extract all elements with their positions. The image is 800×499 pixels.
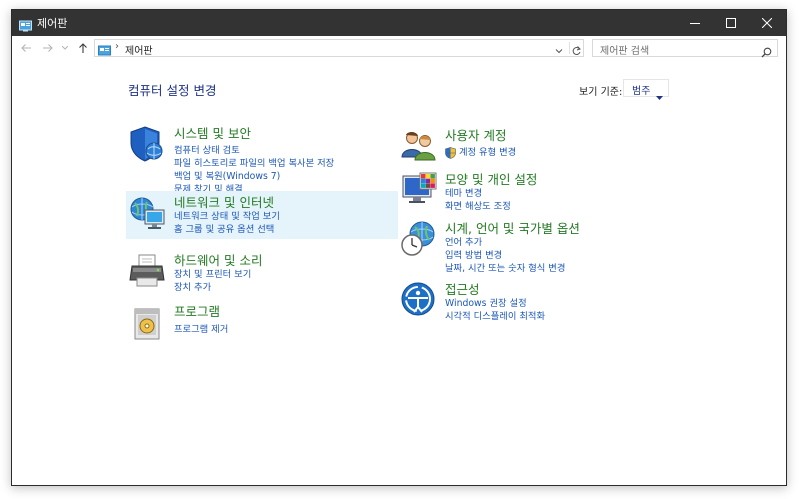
- arrow-up-icon: [79, 43, 87, 53]
- control-panel-app-icon: [19, 17, 32, 32]
- category-user-accounts: 사용자 계정 계정 유형 변경: [397, 124, 669, 164]
- link-add-device[interactable]: 장치 추가: [174, 279, 211, 293]
- network-globe-icon: [129, 194, 167, 232]
- title-bar[interactable]: 제어판: [12, 10, 786, 36]
- navigation-bar: › 제어판 제어판 검색: [12, 36, 786, 60]
- category-programs: 프로그램 프로그램 제거: [126, 300, 398, 344]
- content-area: 컴퓨터 설정 변경 보기 기준: 범주 시스템 및 보안 컴퓨터 상태 검토 파…: [12, 60, 786, 485]
- search-placeholder: 제어판 검색: [600, 46, 650, 57]
- search-icon[interactable]: [761, 43, 772, 58]
- up-button[interactable]: [74, 40, 92, 56]
- chevron-down-icon: [62, 46, 68, 50]
- view-by-label: 보기 기준:: [579, 87, 623, 98]
- link-uninstall-program[interactable]: 프로그램 제거: [174, 321, 228, 335]
- close-button[interactable]: [749, 10, 785, 36]
- link-change-input-method[interactable]: 입력 방법 변경: [445, 247, 502, 261]
- category-network-internet: 네트워크 및 인터넷 네트워크 상태 및 작업 보기 홈 그룹 및 공유 옵션 …: [126, 191, 398, 239]
- link-network-status[interactable]: 네트워크 상태 및 작업 보기: [174, 208, 280, 222]
- printer-icon: [129, 252, 167, 290]
- breadcrumb-control-panel[interactable]: 제어판: [125, 42, 153, 57]
- back-button[interactable]: [17, 40, 35, 56]
- dropdown-arrow-icon: [656, 86, 663, 100]
- category-title-system-security[interactable]: 시스템 및 보안: [174, 123, 251, 142]
- control-panel-icon: [98, 42, 111, 56]
- refresh-icon: [572, 46, 581, 56]
- category-ease-of-access: 접근성 Windows 권장 설정 시각적 디스플레이 최적화: [397, 278, 669, 322]
- window-title: 제어판: [37, 17, 68, 30]
- link-adjust-resolution[interactable]: 화면 해상도 조정: [445, 198, 511, 212]
- arrow-right-icon: [43, 44, 53, 52]
- page-title: 컴퓨터 설정 변경: [128, 83, 217, 98]
- link-backup-restore[interactable]: 백업 및 복원(Windows 7): [174, 168, 280, 182]
- link-review-computer-status[interactable]: 컴퓨터 상태 검토: [174, 142, 240, 156]
- uac-shield-icon: [445, 144, 456, 159]
- category-clock-language-region: 시계, 언어 및 국가별 옵션 언어 추가 입력 방법 변경 날짜, 시간 또는…: [397, 217, 669, 274]
- chevron-down-icon: [555, 49, 563, 54]
- link-add-language[interactable]: 언어 추가: [445, 234, 482, 248]
- category-system-security: 시스템 및 보안 컴퓨터 상태 검토 파일 히스토리로 파일의 백업 복사본 저…: [126, 122, 398, 195]
- maximize-icon: [726, 18, 736, 28]
- link-change-date-time-format[interactable]: 날짜, 시간 또는 숫자 형식 변경: [445, 260, 565, 274]
- breadcrumb-separator[interactable]: ›: [115, 41, 119, 52]
- category-title-programs[interactable]: 프로그램: [174, 301, 220, 320]
- link-devices-printers[interactable]: 장치 및 프린터 보기: [174, 266, 251, 280]
- close-icon: [762, 18, 772, 28]
- refresh-button[interactable]: [569, 42, 581, 56]
- link-homegroup-sharing[interactable]: 홈 그룹 및 공유 옵션 선택: [174, 221, 274, 235]
- minimize-icon: [690, 23, 700, 24]
- link-file-history-backup[interactable]: 파일 히스토리로 파일의 백업 복사본 저장: [174, 155, 334, 169]
- link-change-theme[interactable]: 테마 변경: [445, 185, 482, 199]
- ease-of-access-icon: [400, 281, 438, 319]
- arrow-left-icon: [21, 44, 31, 52]
- recent-locations-button[interactable]: [60, 40, 70, 56]
- monitor-palette-icon: [400, 171, 438, 209]
- forward-button[interactable]: [39, 40, 57, 56]
- category-appearance-personalization: 모양 및 개인 설정 테마 변경 화면 해상도 조정: [397, 168, 669, 212]
- view-by-dropdown[interactable]: 범주: [623, 79, 669, 100]
- maximize-button[interactable]: [713, 10, 749, 36]
- category-title-user-accounts[interactable]: 사용자 계정: [445, 125, 506, 144]
- users-icon: [400, 127, 438, 165]
- category-hardware-sound: 하드웨어 및 소리 장치 및 프린터 보기 장치 추가: [126, 249, 398, 293]
- link-change-account-type[interactable]: 계정 유형 변경: [459, 144, 516, 158]
- minimize-button[interactable]: [677, 10, 713, 36]
- view-by-value[interactable]: 범주: [632, 82, 650, 97]
- clock-globe-icon: [400, 220, 438, 258]
- link-optimize-visual-display[interactable]: 시각적 디스플레이 최적화: [445, 308, 545, 322]
- link-windows-recommended-settings[interactable]: Windows 권장 설정: [445, 295, 527, 309]
- program-disc-icon: [129, 303, 167, 341]
- address-field[interactable]: › 제어판: [94, 39, 584, 57]
- control-panel-window: 제어판 › 제어판 제어판 검색 컴퓨터 설정 변경 보기 기준: 범주 시스템…: [11, 9, 787, 486]
- search-input[interactable]: 제어판 검색: [592, 39, 778, 58]
- shield-globe-icon: [129, 125, 167, 163]
- address-dropdown-button[interactable]: [553, 42, 565, 54]
